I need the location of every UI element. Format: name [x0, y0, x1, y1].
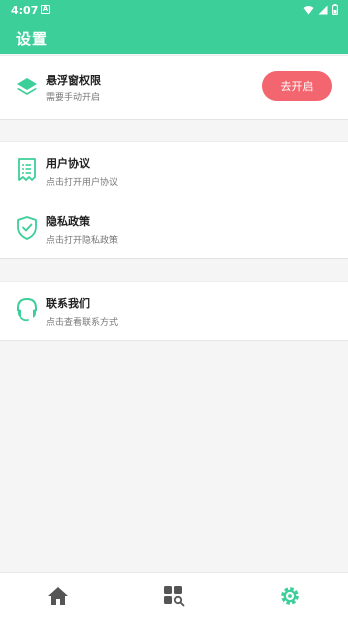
privacy-policy-title: 隐私政策 [46, 215, 90, 228]
enable-floating-button[interactable]: 去开启 [262, 71, 332, 101]
page-title: 设置 [16, 30, 49, 48]
apps-search-icon[interactable] [162, 585, 186, 607]
contact-us-row[interactable]: 联系我们 点击查看联系方式 [0, 282, 348, 340]
shield-icon [17, 216, 37, 240]
user-agreement-row[interactable]: 用户协议 点击打开用户协议 [0, 142, 348, 200]
headset-icon [17, 297, 37, 322]
wifi-icon [303, 5, 314, 14]
status-bar: 4:07 A [0, 0, 348, 22]
floating-permission-title: 悬浮窗权限 [46, 74, 101, 87]
status-time: 4:07 [11, 4, 39, 17]
app-notification-icon: A [41, 5, 50, 14]
floating-permission-row: 悬浮窗权限 需要手动开启 去开启 [0, 56, 348, 119]
contact-us-title: 联系我们 [46, 297, 90, 310]
signal-icon [318, 5, 328, 14]
contact-section: 联系我们 点击查看联系方式 [0, 281, 348, 341]
floating-permission-section: 悬浮窗权限 需要手动开启 去开启 [0, 55, 348, 120]
document-icon [18, 158, 36, 181]
floating-permission-subtitle: 需要手动开启 [46, 93, 101, 103]
legal-section: 用户协议 点击打开用户协议 隐私政策 点击打开隐私政策 [0, 141, 348, 259]
privacy-policy-row[interactable]: 隐私政策 点击打开隐私政策 [0, 200, 348, 258]
layers-icon [17, 78, 37, 95]
settings-icon[interactable] [278, 585, 302, 607]
user-agreement-subtitle: 点击打开用户协议 [46, 178, 119, 188]
privacy-policy-subtitle: 点击打开隐私政策 [46, 236, 119, 246]
contact-us-subtitle: 点击查看联系方式 [46, 318, 119, 328]
bottom-navigation [0, 572, 348, 617]
battery-icon [332, 4, 338, 15]
status-icons [303, 4, 338, 15]
home-icon[interactable] [46, 585, 70, 607]
user-agreement-title: 用户协议 [46, 157, 90, 170]
header: 4:07 A 设置 [0, 0, 348, 54]
